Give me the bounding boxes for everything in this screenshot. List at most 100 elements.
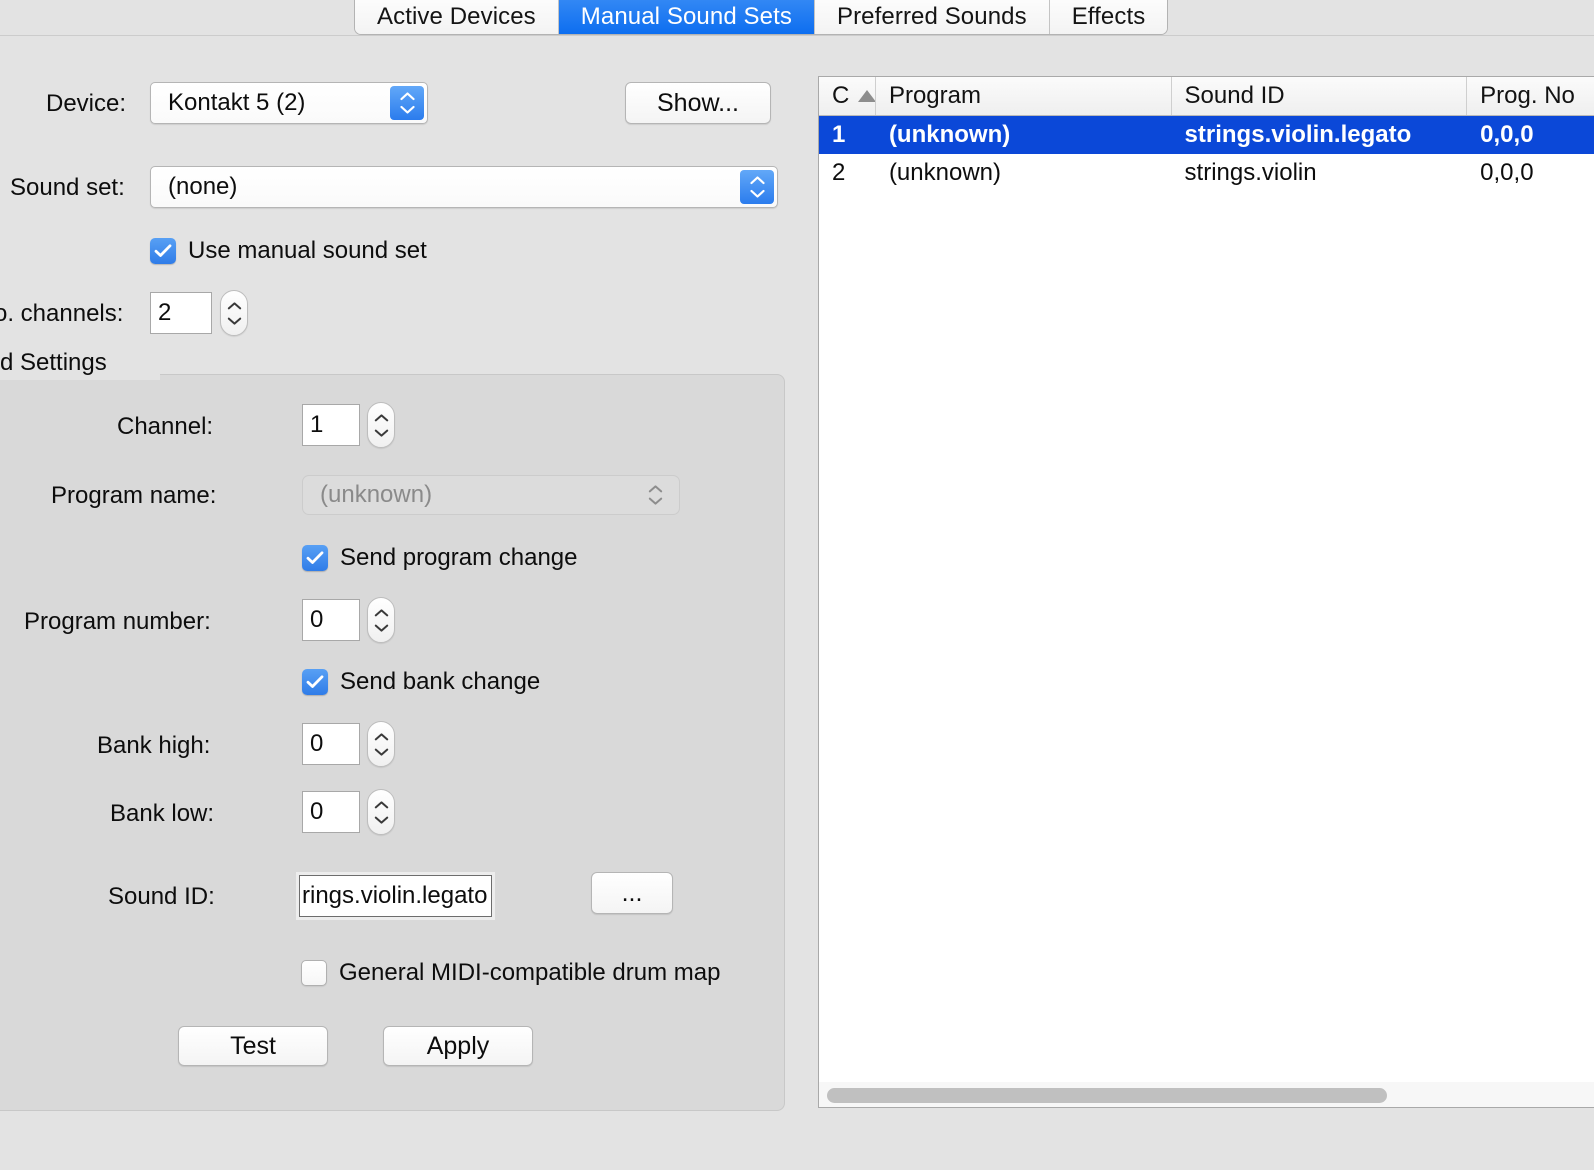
apply-button[interactable]: Apply (383, 1026, 533, 1066)
channel-input[interactable]: 1 (302, 404, 360, 446)
checkmark-icon (302, 669, 328, 695)
tab-label: Manual Sound Sets (580, 2, 792, 30)
sound-id-label: Sound ID: (108, 883, 215, 910)
program-name-label: Program name: (51, 482, 217, 509)
column-header-sound-id[interactable]: Sound ID (1172, 77, 1468, 115)
chevron-down-icon (399, 105, 415, 114)
column-header-label: Program (888, 82, 981, 109)
chevron-up-icon (374, 800, 388, 808)
bank-high-label: Bank high: (97, 732, 211, 759)
apply-button-label: Apply (426, 1031, 490, 1060)
chevron-up-icon (399, 92, 415, 101)
bank-high-stepper[interactable] (367, 721, 395, 767)
cell-sound-id: strings.violin (1184, 159, 1317, 186)
column-header-label: C (832, 82, 850, 109)
sound-id-browse-label: ... (621, 878, 643, 907)
sound-set-popup[interactable]: (none) (150, 166, 778, 208)
tab-bar-divider (0, 35, 1594, 36)
table-row[interactable]: 1 (unknown) strings.violin.legato 0,0,0 (819, 116, 1594, 154)
send-program-change-checkbox[interactable]: Send program change (302, 544, 578, 572)
sound-id-browse-button[interactable]: ... (591, 872, 673, 914)
gm-drum-map-label: General MIDI-compatible drum map (339, 959, 721, 986)
tab-active-devices[interactable]: Active Devices (355, 0, 559, 34)
table-header-row: C Program Sound ID Prog. No (819, 77, 1594, 116)
no-channels-label: o. channels: (0, 300, 124, 327)
chevron-up-down-icon (648, 485, 663, 505)
chevron-up-down-icon[interactable] (390, 86, 424, 120)
cell-program: (unknown) (888, 159, 1001, 186)
no-channels-input[interactable]: 2 (150, 292, 212, 334)
bank-high-input[interactable]: 0 (302, 723, 360, 765)
tab-preferred-sounds[interactable]: Preferred Sounds (814, 0, 1050, 34)
device-popup-value: Kontakt 5 (2) (168, 89, 306, 116)
chevron-up-icon (374, 608, 388, 616)
channel-stepper[interactable] (367, 402, 395, 448)
chevron-up-icon (227, 301, 241, 309)
show-button[interactable]: Show... (625, 82, 771, 124)
sound-id-value: rings.violin.legato (302, 882, 488, 909)
tab-label: Effects (1071, 2, 1146, 30)
chevron-down-icon (227, 317, 241, 325)
cell-prog-no: 0,0,0 (1480, 159, 1534, 186)
chevron-up-icon (374, 732, 388, 740)
sound-id-input[interactable]: rings.violin.legato (299, 875, 492, 917)
bank-low-input[interactable]: 0 (302, 791, 360, 833)
sound-set-popup-value: (none) (168, 173, 238, 200)
test-button-label: Test (230, 1031, 276, 1060)
chevron-up-down-icon[interactable] (740, 170, 774, 204)
bank-low-value: 0 (310, 798, 324, 825)
cell-channel: 2 (832, 159, 846, 186)
show-button-label: Show... (657, 88, 739, 117)
tab-effects[interactable]: Effects (1049, 0, 1168, 34)
send-program-change-label: Send program change (340, 544, 578, 571)
column-header-prog-no[interactable]: Prog. No (1467, 77, 1594, 115)
sound-settings-group-title: d Settings (0, 349, 115, 377)
chevron-down-icon (374, 624, 388, 632)
program-number-stepper[interactable] (367, 597, 395, 643)
scrollbar-thumb[interactable] (827, 1088, 1387, 1103)
column-header-label: Sound ID (1184, 82, 1285, 109)
device-popup[interactable]: Kontakt 5 (2) (150, 82, 428, 124)
use-manual-sound-set-label: Use manual sound set (188, 237, 427, 264)
send-bank-change-checkbox[interactable]: Send bank change (302, 668, 540, 696)
test-button[interactable]: Test (178, 1026, 328, 1066)
program-number-input[interactable]: 0 (302, 599, 360, 641)
chevron-down-icon (374, 816, 388, 824)
chevron-down-icon (749, 189, 765, 198)
checkbox-empty-icon (301, 960, 327, 986)
tab-label: Preferred Sounds (836, 2, 1027, 30)
cell-program: (unknown) (888, 121, 1011, 148)
cell-sound-id: strings.violin.legato (1184, 121, 1412, 148)
bank-high-value: 0 (310, 730, 324, 757)
table-row[interactable]: 2 (unknown) strings.violin 0,0,0 (819, 154, 1594, 192)
tab-strip: Active Devices Manual Sound Sets Preferr… (355, 0, 1168, 34)
tab-manual-sound-sets[interactable]: Manual Sound Sets (558, 0, 815, 34)
chevron-down-icon (374, 748, 388, 756)
chevron-up-icon (749, 176, 765, 185)
channel-value: 1 (310, 411, 324, 438)
send-bank-change-label: Send bank change (340, 668, 541, 695)
gm-drum-map-checkbox[interactable]: General MIDI-compatible drum map (301, 959, 720, 987)
channel-label: Channel: (117, 413, 214, 440)
use-manual-sound-set-checkbox[interactable]: Use manual sound set (150, 237, 427, 265)
sound-set-label: Sound set: (10, 174, 125, 201)
program-name-popup[interactable]: (unknown) (302, 475, 680, 515)
checkmark-icon (302, 545, 328, 571)
no-channels-stepper[interactable] (220, 290, 248, 336)
chevron-up-icon (374, 413, 388, 421)
tab-label: Active Devices (377, 2, 536, 30)
sort-ascending-icon (858, 90, 875, 102)
bank-low-stepper[interactable] (367, 789, 395, 835)
device-label: Device: (46, 90, 127, 117)
checkmark-icon (150, 238, 176, 264)
program-name-value: (unknown) (320, 481, 433, 508)
chevron-down-icon (374, 429, 388, 437)
program-number-label: Program number: (24, 608, 211, 635)
column-header-program[interactable]: Program (876, 77, 1172, 115)
column-header-label: Prog. No (1480, 82, 1575, 109)
bank-low-label: Bank low: (110, 800, 215, 827)
column-header-channel[interactable]: C (819, 77, 876, 115)
chevron-down-icon (648, 497, 663, 505)
program-number-value: 0 (310, 606, 324, 633)
table-horizontal-scrollbar[interactable] (818, 1082, 1594, 1108)
